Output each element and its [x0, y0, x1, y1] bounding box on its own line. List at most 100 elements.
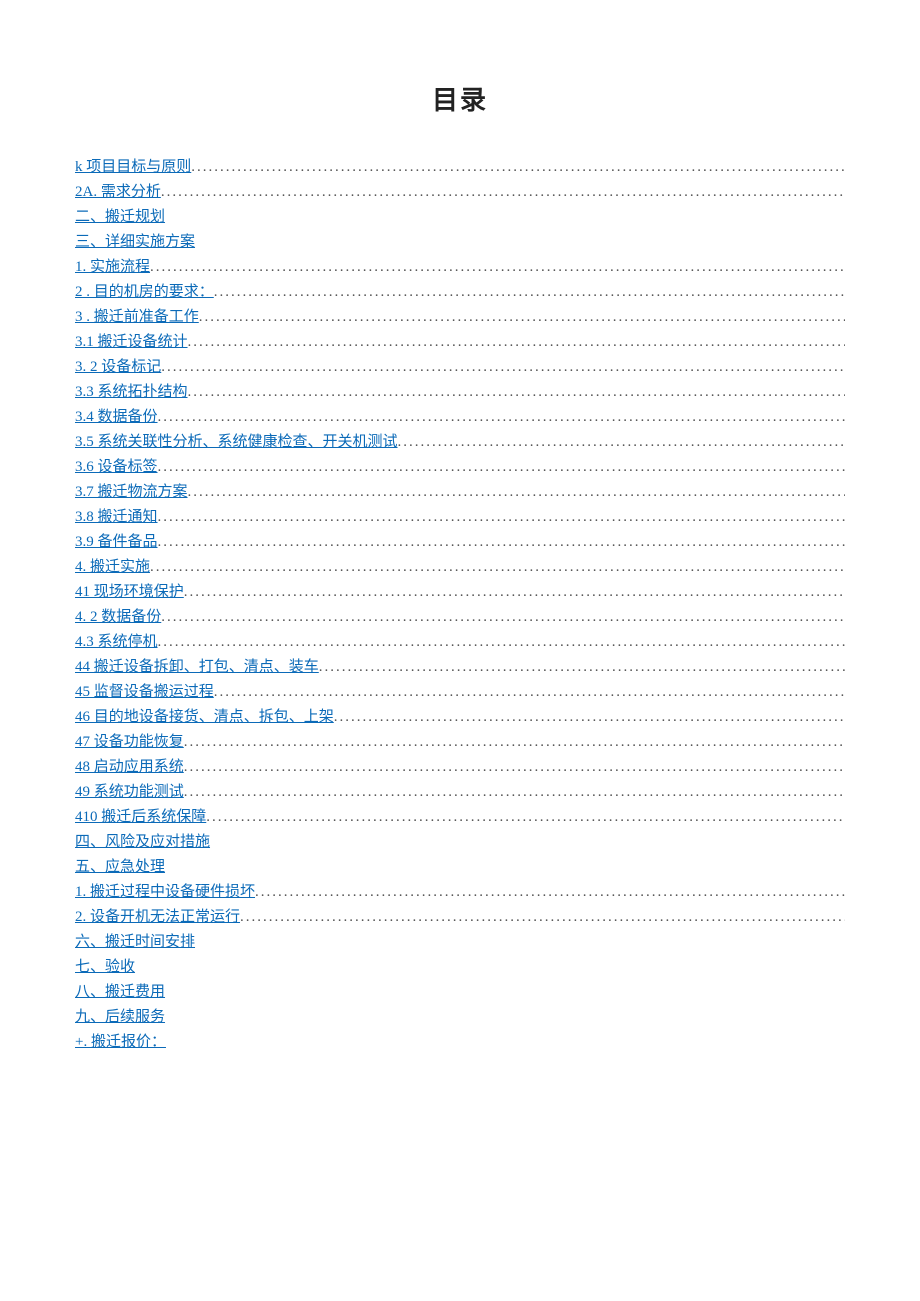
toc-link[interactable]: 2A. 需求分析 [75, 180, 161, 204]
toc-link[interactable]: k 项目目标与原则 [75, 155, 191, 179]
toc-leader-dots [165, 1005, 845, 1029]
toc-link[interactable]: +. 搬迁报价： [75, 1030, 166, 1054]
toc-leader-dots [184, 580, 845, 604]
toc-link[interactable]: 五、应急处理 [75, 855, 165, 879]
toc-row: 46 目的地设备接货、清点、拆包、上架 [75, 705, 845, 729]
toc-link[interactable]: 41 现场环境保护 [75, 580, 184, 604]
toc-row: 4. 2 数据备份 [75, 605, 845, 629]
toc-link[interactable]: 3.1 搬迁设备统计 [75, 330, 188, 354]
toc-leader-dots [166, 1030, 845, 1054]
toc-leader-dots [135, 955, 845, 979]
toc-row: k 项目目标与原则 [75, 155, 845, 179]
toc-link[interactable]: 2. 设备开机无法正常运行 [75, 905, 240, 929]
toc-leader-dots [165, 980, 845, 1004]
toc-leader-dots [158, 455, 845, 479]
toc-leader-dots [184, 755, 845, 779]
toc-link[interactable]: 三、详细实施方案 [75, 230, 195, 254]
toc-row: 3.5 系统关联性分析、系统健康检查、开关机测试 [75, 430, 845, 454]
toc-link[interactable]: 1. 搬迁过程中设备硬件损坏 [75, 880, 255, 904]
toc-leader-dots [158, 405, 845, 429]
toc-link[interactable]: 45 监督设备搬运过程 [75, 680, 214, 704]
toc-leader-dots [206, 805, 845, 829]
toc-link[interactable]: 3 . 搬迁前准备工作 [75, 305, 199, 329]
toc-link[interactable]: 3.5 系统关联性分析、系统健康检查、开关机测试 [75, 430, 398, 454]
toc-link[interactable]: 3.4 数据备份 [75, 405, 158, 429]
toc-leader-dots [158, 530, 845, 554]
toc-leader-dots [214, 680, 845, 704]
toc-leader-dots [334, 705, 845, 729]
toc-row: 2A. 需求分析 [75, 180, 845, 204]
toc-link[interactable]: 4.3 系统停机 [75, 630, 158, 654]
toc-row: 3.1 搬迁设备统计 [75, 330, 845, 354]
toc-link[interactable]: 49 系统功能测试 [75, 780, 184, 804]
toc-row: 3.9 备件备品 [75, 530, 845, 554]
toc-link[interactable]: 3. 2 设备标记 [75, 355, 161, 379]
toc-leader-dots [188, 330, 845, 354]
toc-link[interactable]: 九、后续服务 [75, 1005, 165, 1029]
toc-row: 3 . 搬迁前准备工作 [75, 305, 845, 329]
toc-leader-dots [158, 630, 845, 654]
table-of-contents: k 项目目标与原则2A. 需求分析二、搬迁规划三、详细实施方案1. 实施流程2 … [75, 155, 845, 1054]
toc-link[interactable]: 3.7 搬迁物流方案 [75, 480, 188, 504]
toc-row: 九、后续服务 [75, 1005, 845, 1029]
toc-leader-dots [161, 180, 845, 204]
toc-link[interactable]: 47 设备功能恢复 [75, 730, 184, 754]
toc-row: 3.6 设备标签 [75, 455, 845, 479]
toc-row: 49 系统功能测试 [75, 780, 845, 804]
toc-leader-dots [255, 880, 845, 904]
toc-row: 48 启动应用系统 [75, 755, 845, 779]
toc-link[interactable]: 3.3 系统拓扑结构 [75, 380, 188, 404]
toc-link[interactable]: 六、搬迁时间安排 [75, 930, 195, 954]
toc-link[interactable]: 八、搬迁费用 [75, 980, 165, 1004]
toc-row: 3. 2 设备标记 [75, 355, 845, 379]
toc-row: 3.7 搬迁物流方案 [75, 480, 845, 504]
toc-row: 4. 搬迁实施 [75, 555, 845, 579]
toc-row: 2 . 目的机房的要求： [75, 280, 845, 304]
toc-leader-dots [158, 505, 845, 529]
toc-leader-dots [165, 205, 845, 229]
document-page: 目录 k 项目目标与原则2A. 需求分析二、搬迁规划三、详细实施方案1. 实施流… [0, 0, 920, 1301]
toc-row: 3.4 数据备份 [75, 405, 845, 429]
toc-row: 二、搬迁规划 [75, 205, 845, 229]
toc-leader-dots [210, 830, 845, 854]
toc-leader-dots [184, 730, 845, 754]
toc-leader-dots [195, 930, 845, 954]
toc-row: 六、搬迁时间安排 [75, 930, 845, 954]
toc-link[interactable]: 七、验收 [75, 955, 135, 979]
toc-link[interactable]: 4. 2 数据备份 [75, 605, 161, 629]
toc-row: 41 现场环境保护 [75, 580, 845, 604]
toc-leader-dots [150, 555, 845, 579]
toc-link[interactable]: 44 搬迁设备拆卸、打包、清点、装车 [75, 655, 319, 679]
toc-link[interactable]: 3.9 备件备品 [75, 530, 158, 554]
toc-leader-dots [398, 430, 845, 454]
toc-row: 47 设备功能恢复 [75, 730, 845, 754]
toc-link[interactable]: 2 . 目的机房的要求： [75, 280, 214, 304]
toc-row: 3.3 系统拓扑结构 [75, 380, 845, 404]
toc-leader-dots [214, 280, 845, 304]
toc-link[interactable]: 4. 搬迁实施 [75, 555, 150, 579]
toc-link[interactable]: 46 目的地设备接货、清点、拆包、上架 [75, 705, 334, 729]
toc-row: +. 搬迁报价： [75, 1030, 845, 1054]
toc-leader-dots [161, 355, 845, 379]
toc-leader-dots [150, 255, 845, 279]
toc-link[interactable]: 410 搬迁后系统保障 [75, 805, 206, 829]
toc-link[interactable]: 3.6 设备标签 [75, 455, 158, 479]
toc-link[interactable]: 二、搬迁规划 [75, 205, 165, 229]
toc-leader-dots [161, 605, 845, 629]
toc-leader-dots [165, 855, 845, 879]
toc-link[interactable]: 48 启动应用系统 [75, 755, 184, 779]
toc-leader-dots [195, 230, 845, 254]
toc-leader-dots [319, 655, 845, 679]
toc-row: 1. 搬迁过程中设备硬件损坏 [75, 880, 845, 904]
toc-link[interactable]: 四、风险及应对措施 [75, 830, 210, 854]
page-title: 目录 [75, 80, 845, 117]
toc-link[interactable]: 3.8 搬迁通知 [75, 505, 158, 529]
toc-row: 3.8 搬迁通知 [75, 505, 845, 529]
toc-row: 4.3 系统停机 [75, 630, 845, 654]
toc-leader-dots [188, 380, 845, 404]
toc-row: 45 监督设备搬运过程 [75, 680, 845, 704]
toc-row: 八、搬迁费用 [75, 980, 845, 1004]
toc-leader-dots [184, 780, 845, 804]
toc-row: 四、风险及应对措施 [75, 830, 845, 854]
toc-link[interactable]: 1. 实施流程 [75, 255, 150, 279]
